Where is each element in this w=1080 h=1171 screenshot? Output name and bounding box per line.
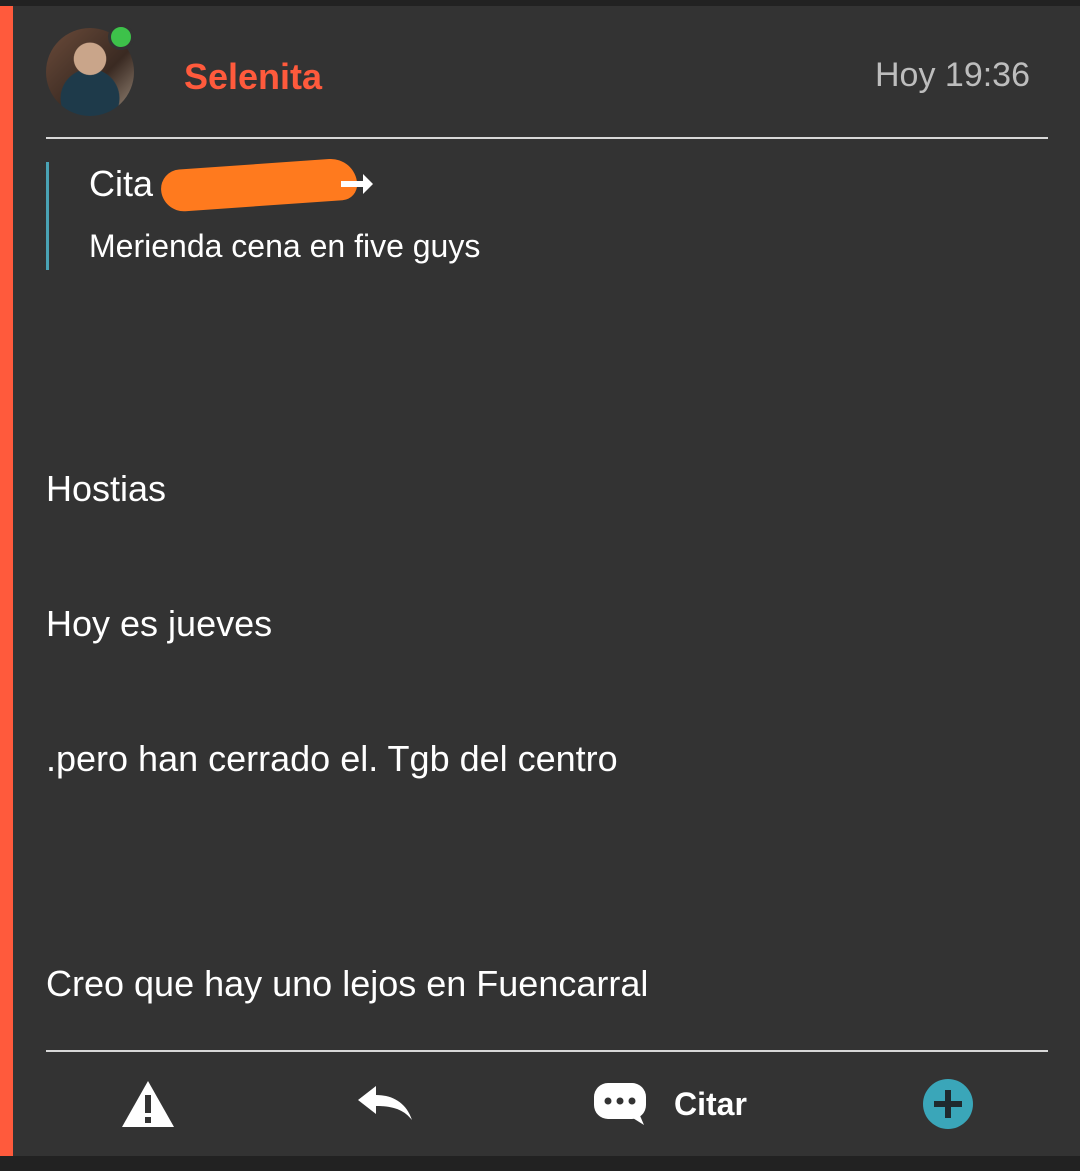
reply-button[interactable]: [356, 1076, 414, 1132]
avatar[interactable]: [46, 24, 134, 116]
post-card: Selenita Hoy 19:36 Cita de Merienda cena…: [0, 6, 1080, 1156]
arrow-right-icon[interactable]: [339, 170, 375, 200]
footer-divider: [46, 1050, 1048, 1052]
quote-header[interactable]: Cita de: [89, 157, 480, 218]
add-button[interactable]: [922, 1076, 974, 1132]
speech-bubble-icon: [594, 1083, 646, 1125]
quote-block: Cita de Merienda cena en five guys: [46, 157, 481, 270]
reply-icon: [358, 1086, 412, 1120]
quote-button-label: Citar: [674, 1085, 747, 1122]
message-line: Hostias: [46, 468, 167, 509]
header-divider: [46, 137, 1048, 139]
author-name[interactable]: Selenita: [184, 56, 322, 98]
report-button[interactable]: [120, 1076, 176, 1132]
accent-bar: [0, 6, 13, 1156]
message-line: Creo que hay uno lejos en Fuencarral: [46, 963, 649, 1004]
post-timestamp: Hoy 19:36: [875, 56, 1030, 94]
plus-circle-icon: [923, 1079, 973, 1129]
online-status-indicator: [108, 24, 134, 50]
warning-icon: [122, 1081, 174, 1127]
message-line: Hoy es jueves: [46, 603, 273, 644]
quote-text: Merienda cena en five guys: [89, 228, 481, 264]
message-line: .pero han cerrado el. Tgb del centro: [46, 738, 618, 779]
quote-button[interactable]: Citar: [592, 1076, 747, 1132]
